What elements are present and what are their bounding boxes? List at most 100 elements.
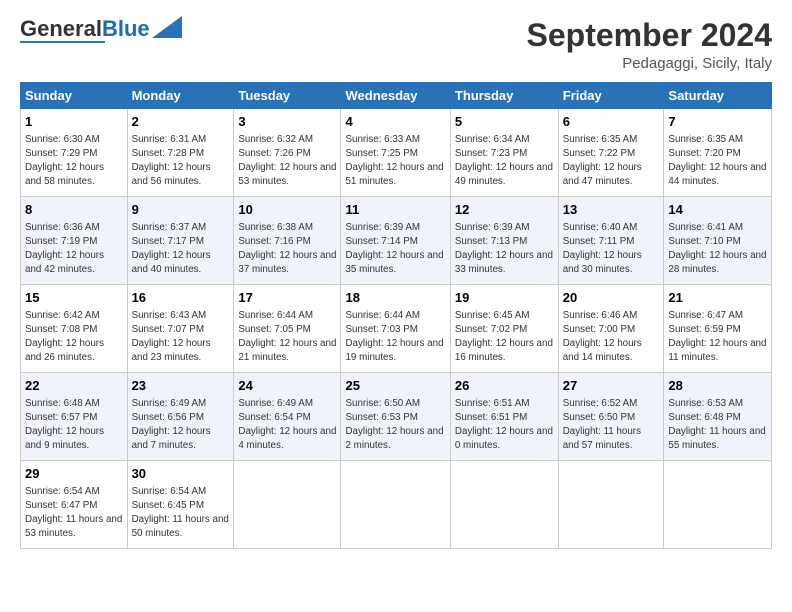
col-saturday: Saturday bbox=[664, 83, 772, 109]
logo-blue: Blue bbox=[102, 16, 150, 41]
day-info: Sunrise: 6:39 AMSunset: 7:13 PMDaylight:… bbox=[455, 222, 553, 276]
day-number: 24 bbox=[238, 377, 336, 395]
col-friday: Friday bbox=[558, 83, 664, 109]
day-number: 13 bbox=[563, 201, 660, 219]
day-info: Sunrise: 6:48 AMSunset: 6:57 PMDaylight:… bbox=[25, 398, 104, 452]
logo-underline bbox=[20, 41, 105, 43]
empty-cell bbox=[558, 461, 664, 549]
day-number: 19 bbox=[455, 289, 554, 307]
day-number: 2 bbox=[132, 113, 230, 131]
day-cell-6: 6 Sunrise: 6:35 AMSunset: 7:22 PMDayligh… bbox=[558, 109, 664, 197]
table-row: 8 Sunrise: 6:36 AMSunset: 7:19 PMDayligh… bbox=[21, 197, 772, 285]
day-cell-30: 30 Sunrise: 6:54 AMSunset: 6:45 PMDaylig… bbox=[127, 461, 234, 549]
day-cell-18: 18 Sunrise: 6:44 AMSunset: 7:03 PMDaylig… bbox=[341, 285, 450, 373]
day-cell-9: 9 Sunrise: 6:37 AMSunset: 7:17 PMDayligh… bbox=[127, 197, 234, 285]
day-number: 9 bbox=[132, 201, 230, 219]
day-cell-16: 16 Sunrise: 6:43 AMSunset: 7:07 PMDaylig… bbox=[127, 285, 234, 373]
day-number: 20 bbox=[563, 289, 660, 307]
day-cell-2: 2 Sunrise: 6:31 AMSunset: 7:28 PMDayligh… bbox=[127, 109, 234, 197]
day-cell-26: 26 Sunrise: 6:51 AMSunset: 6:51 PMDaylig… bbox=[450, 373, 558, 461]
day-number: 1 bbox=[25, 113, 123, 131]
day-info: Sunrise: 6:53 AMSunset: 6:48 PMDaylight:… bbox=[668, 398, 765, 452]
day-info: Sunrise: 6:45 AMSunset: 7:02 PMDaylight:… bbox=[455, 310, 553, 364]
day-info: Sunrise: 6:49 AMSunset: 6:54 PMDaylight:… bbox=[238, 398, 336, 452]
day-info: Sunrise: 6:52 AMSunset: 6:50 PMDaylight:… bbox=[563, 398, 641, 452]
calendar: Sunday Monday Tuesday Wednesday Thursday… bbox=[20, 82, 772, 549]
day-cell-7: 7 Sunrise: 6:35 AMSunset: 7:20 PMDayligh… bbox=[664, 109, 772, 197]
day-info: Sunrise: 6:30 AMSunset: 7:29 PMDaylight:… bbox=[25, 134, 104, 188]
day-info: Sunrise: 6:33 AMSunset: 7:25 PMDaylight:… bbox=[345, 134, 443, 188]
day-info: Sunrise: 6:46 AMSunset: 7:00 PMDaylight:… bbox=[563, 310, 642, 364]
day-cell-12: 12 Sunrise: 6:39 AMSunset: 7:13 PMDaylig… bbox=[450, 197, 558, 285]
col-wednesday: Wednesday bbox=[341, 83, 450, 109]
col-tuesday: Tuesday bbox=[234, 83, 341, 109]
day-info: Sunrise: 6:51 AMSunset: 6:51 PMDaylight:… bbox=[455, 398, 553, 452]
day-number: 14 bbox=[668, 201, 767, 219]
day-number: 6 bbox=[563, 113, 660, 131]
table-row: 15 Sunrise: 6:42 AMSunset: 7:08 PMDaylig… bbox=[21, 285, 772, 373]
col-thursday: Thursday bbox=[450, 83, 558, 109]
page: GeneralBlue September 2024 Pedagaggi, Si… bbox=[0, 0, 792, 559]
day-number: 21 bbox=[668, 289, 767, 307]
table-row: 1 Sunrise: 6:30 AMSunset: 7:29 PMDayligh… bbox=[21, 109, 772, 197]
day-number: 8 bbox=[25, 201, 123, 219]
day-cell-25: 25 Sunrise: 6:50 AMSunset: 6:53 PMDaylig… bbox=[341, 373, 450, 461]
day-info: Sunrise: 6:39 AMSunset: 7:14 PMDaylight:… bbox=[345, 222, 443, 276]
logo-icon bbox=[152, 16, 182, 38]
day-info: Sunrise: 6:35 AMSunset: 7:22 PMDaylight:… bbox=[563, 134, 642, 188]
day-cell-1: 1 Sunrise: 6:30 AMSunset: 7:29 PMDayligh… bbox=[21, 109, 128, 197]
day-number: 25 bbox=[345, 377, 445, 395]
calendar-header-row: Sunday Monday Tuesday Wednesday Thursday… bbox=[21, 83, 772, 109]
day-cell-23: 23 Sunrise: 6:49 AMSunset: 6:56 PMDaylig… bbox=[127, 373, 234, 461]
location: Pedagaggi, Sicily, Italy bbox=[527, 55, 772, 72]
day-info: Sunrise: 6:43 AMSunset: 7:07 PMDaylight:… bbox=[132, 310, 211, 364]
day-number: 22 bbox=[25, 377, 123, 395]
day-cell-22: 22 Sunrise: 6:48 AMSunset: 6:57 PMDaylig… bbox=[21, 373, 128, 461]
day-number: 7 bbox=[668, 113, 767, 131]
day-info: Sunrise: 6:36 AMSunset: 7:19 PMDaylight:… bbox=[25, 222, 104, 276]
day-info: Sunrise: 6:54 AMSunset: 6:45 PMDaylight:… bbox=[132, 486, 229, 540]
day-info: Sunrise: 6:54 AMSunset: 6:47 PMDaylight:… bbox=[25, 486, 122, 540]
day-cell-10: 10 Sunrise: 6:38 AMSunset: 7:16 PMDaylig… bbox=[234, 197, 341, 285]
day-cell-19: 19 Sunrise: 6:45 AMSunset: 7:02 PMDaylig… bbox=[450, 285, 558, 373]
day-info: Sunrise: 6:44 AMSunset: 7:03 PMDaylight:… bbox=[345, 310, 443, 364]
day-info: Sunrise: 6:31 AMSunset: 7:28 PMDaylight:… bbox=[132, 134, 211, 188]
day-cell-15: 15 Sunrise: 6:42 AMSunset: 7:08 PMDaylig… bbox=[21, 285, 128, 373]
day-cell-13: 13 Sunrise: 6:40 AMSunset: 7:11 PMDaylig… bbox=[558, 197, 664, 285]
day-number: 29 bbox=[25, 465, 123, 483]
logo-text: GeneralBlue bbox=[20, 18, 150, 40]
day-cell-4: 4 Sunrise: 6:33 AMSunset: 7:25 PMDayligh… bbox=[341, 109, 450, 197]
day-cell-24: 24 Sunrise: 6:49 AMSunset: 6:54 PMDaylig… bbox=[234, 373, 341, 461]
day-info: Sunrise: 6:40 AMSunset: 7:11 PMDaylight:… bbox=[563, 222, 642, 276]
day-number: 11 bbox=[345, 201, 445, 219]
day-number: 23 bbox=[132, 377, 230, 395]
day-cell-27: 27 Sunrise: 6:52 AMSunset: 6:50 PMDaylig… bbox=[558, 373, 664, 461]
day-number: 18 bbox=[345, 289, 445, 307]
day-info: Sunrise: 6:41 AMSunset: 7:10 PMDaylight:… bbox=[668, 222, 766, 276]
month-title: September 2024 bbox=[527, 18, 772, 53]
day-cell-29: 29 Sunrise: 6:54 AMSunset: 6:47 PMDaylig… bbox=[21, 461, 128, 549]
day-info: Sunrise: 6:44 AMSunset: 7:05 PMDaylight:… bbox=[238, 310, 336, 364]
day-number: 5 bbox=[455, 113, 554, 131]
day-number: 15 bbox=[25, 289, 123, 307]
empty-cell bbox=[341, 461, 450, 549]
col-monday: Monday bbox=[127, 83, 234, 109]
day-number: 28 bbox=[668, 377, 767, 395]
day-info: Sunrise: 6:42 AMSunset: 7:08 PMDaylight:… bbox=[25, 310, 104, 364]
day-number: 26 bbox=[455, 377, 554, 395]
header: GeneralBlue September 2024 Pedagaggi, Si… bbox=[20, 18, 772, 72]
day-number: 4 bbox=[345, 113, 445, 131]
day-cell-28: 28 Sunrise: 6:53 AMSunset: 6:48 PMDaylig… bbox=[664, 373, 772, 461]
day-info: Sunrise: 6:50 AMSunset: 6:53 PMDaylight:… bbox=[345, 398, 443, 452]
day-number: 10 bbox=[238, 201, 336, 219]
logo: GeneralBlue bbox=[20, 18, 182, 43]
day-cell-21: 21 Sunrise: 6:47 AMSunset: 6:59 PMDaylig… bbox=[664, 285, 772, 373]
day-cell-5: 5 Sunrise: 6:34 AMSunset: 7:23 PMDayligh… bbox=[450, 109, 558, 197]
day-info: Sunrise: 6:38 AMSunset: 7:16 PMDaylight:… bbox=[238, 222, 336, 276]
day-cell-11: 11 Sunrise: 6:39 AMSunset: 7:14 PMDaylig… bbox=[341, 197, 450, 285]
col-sunday: Sunday bbox=[21, 83, 128, 109]
empty-cell bbox=[664, 461, 772, 549]
empty-cell bbox=[450, 461, 558, 549]
day-info: Sunrise: 6:47 AMSunset: 6:59 PMDaylight:… bbox=[668, 310, 766, 364]
day-number: 30 bbox=[132, 465, 230, 483]
